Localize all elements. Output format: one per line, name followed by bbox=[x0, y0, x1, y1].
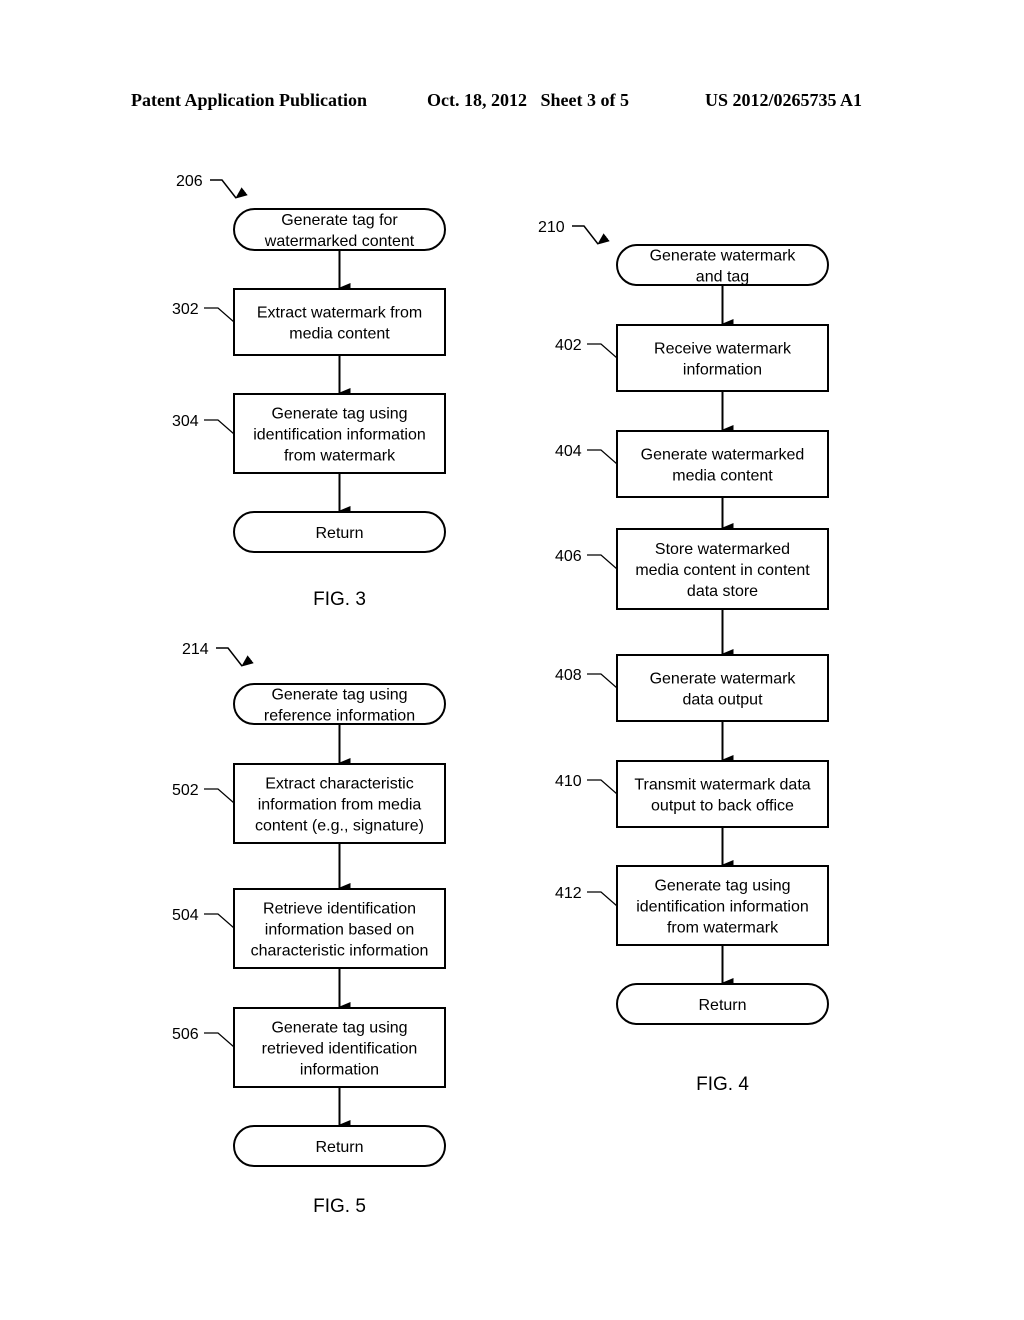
step-label: information based on bbox=[265, 922, 414, 939]
step-label: media content in content bbox=[635, 562, 810, 579]
step-label: reference information bbox=[264, 708, 415, 725]
step-label: Return bbox=[698, 997, 746, 1014]
step-label: watermarked content bbox=[264, 233, 415, 250]
entry-arrow-icon bbox=[216, 647, 254, 667]
step-label: Generate watermark bbox=[650, 671, 797, 688]
process-step-box bbox=[616, 760, 829, 828]
process-step-box bbox=[233, 288, 446, 356]
entry-reference-number: 206 bbox=[176, 173, 203, 190]
step-reference-number: 506 bbox=[172, 1026, 199, 1043]
step-label: retrieved identification bbox=[262, 1041, 418, 1058]
step-label: Transmit watermark data bbox=[634, 777, 810, 794]
step-reference-number: 408 bbox=[555, 667, 582, 684]
step-label: Extract characteristic bbox=[265, 776, 413, 793]
step-label: from watermark bbox=[284, 448, 396, 465]
figure-caption: FIG. 3 bbox=[313, 589, 366, 610]
entry-reference-number: 214 bbox=[182, 641, 209, 658]
reference-leader-line bbox=[204, 419, 235, 435]
process-step-box bbox=[616, 430, 829, 498]
step-reference-number: 304 bbox=[172, 413, 199, 430]
step-label: media content bbox=[289, 326, 390, 343]
step-label: Retrieve identification bbox=[263, 901, 416, 918]
step-label: data store bbox=[687, 583, 758, 600]
reference-leader-line bbox=[587, 449, 618, 465]
step-label: Generate tag using bbox=[271, 1020, 407, 1037]
step-reference-number: 502 bbox=[172, 782, 199, 799]
process-step-box bbox=[616, 324, 829, 392]
entry-arrow-icon bbox=[210, 179, 248, 199]
step-label: Receive watermark bbox=[654, 341, 792, 358]
step-reference-number: 410 bbox=[555, 773, 582, 790]
step-label: information bbox=[683, 362, 762, 379]
step-label: data output bbox=[682, 692, 763, 709]
figure-caption: FIG. 4 bbox=[696, 1074, 749, 1095]
step-reference-number: 404 bbox=[555, 443, 582, 460]
step-label: output to back office bbox=[651, 798, 794, 815]
step-label: Generate watermark bbox=[650, 248, 797, 265]
entry-arrow-icon bbox=[572, 225, 610, 245]
reference-leader-line bbox=[204, 913, 235, 929]
process-step-box bbox=[616, 654, 829, 722]
step-label: Generate tag using bbox=[654, 878, 790, 895]
reference-leader-line bbox=[587, 343, 618, 359]
step-label: information from media bbox=[258, 797, 422, 814]
reference-leader-line bbox=[204, 788, 235, 804]
reference-leader-line bbox=[587, 673, 618, 689]
step-reference-number: 402 bbox=[555, 337, 582, 354]
step-reference-number: 412 bbox=[555, 885, 582, 902]
figure-caption: FIG. 5 bbox=[313, 1196, 366, 1217]
step-label: media content bbox=[672, 468, 773, 485]
step-label: Generate tag for bbox=[281, 212, 398, 229]
step-label: Return bbox=[315, 1139, 363, 1156]
step-reference-number: 406 bbox=[555, 548, 582, 565]
reference-leader-line bbox=[587, 891, 618, 907]
step-reference-number: 302 bbox=[172, 301, 199, 318]
step-label: identification information bbox=[253, 427, 426, 444]
entry-reference-number: 210 bbox=[538, 219, 565, 236]
step-label: Generate watermarked bbox=[641, 447, 805, 464]
reference-leader-line bbox=[587, 554, 618, 570]
flowchart-canvas: 206 Generate tag for watermarked content Ex… bbox=[172, 173, 829, 1217]
reference-leader-line bbox=[204, 1032, 235, 1048]
step-label: Generate tag using bbox=[271, 406, 407, 423]
step-label: characteristic information bbox=[251, 943, 429, 960]
step-label: Extract watermark from bbox=[257, 305, 422, 322]
step-label: information bbox=[300, 1062, 379, 1079]
step-label: content (e.g., signature) bbox=[255, 818, 424, 835]
reference-leader-line bbox=[587, 779, 618, 795]
step-reference-number: 504 bbox=[172, 907, 199, 924]
step-label: from watermark bbox=[667, 920, 779, 937]
reference-leader-line bbox=[204, 307, 235, 323]
step-label: Store watermarked bbox=[655, 541, 790, 558]
step-label: Generate tag using bbox=[271, 687, 407, 704]
step-label: and tag bbox=[696, 269, 749, 286]
step-label: identification information bbox=[636, 899, 809, 916]
step-label: Return bbox=[315, 525, 363, 542]
